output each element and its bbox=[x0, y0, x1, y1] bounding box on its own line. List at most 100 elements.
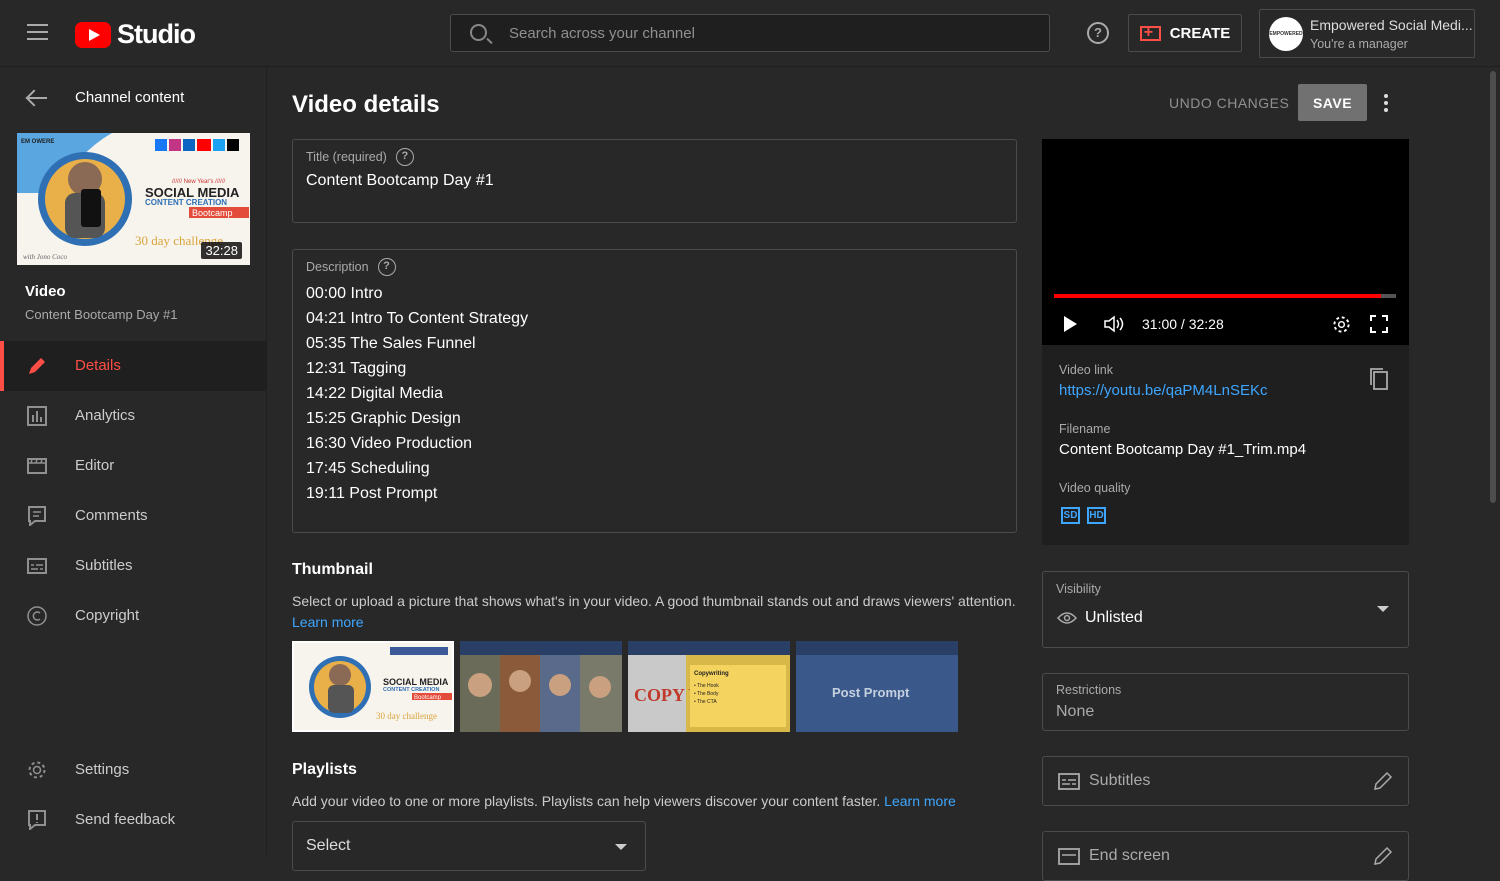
description-field[interactable]: Description ? 00:00 Intro 04:21 Intro To… bbox=[292, 249, 1017, 533]
settings-gear-icon[interactable] bbox=[1332, 315, 1351, 334]
scrollbar[interactable] bbox=[1488, 67, 1500, 854]
sidebar-item-label: Editor bbox=[75, 457, 115, 474]
thumbnail-option-selected[interactable]: SOCIAL MEDIA CONTENT CREATION Bootcamp 3… bbox=[292, 641, 454, 732]
copy-icon[interactable] bbox=[1369, 367, 1389, 391]
more-options-icon[interactable] bbox=[1384, 94, 1390, 112]
back-to-channel-content[interactable]: Channel content bbox=[27, 89, 184, 106]
subtitles-icon bbox=[1058, 773, 1080, 790]
search-bar[interactable] bbox=[450, 14, 1050, 52]
description-field-label-row: Description ? bbox=[306, 258, 396, 276]
video-link-label: Video link bbox=[1059, 363, 1113, 377]
visibility-dropdown[interactable]: Visibility Unlisted bbox=[1042, 571, 1409, 648]
help-icon[interactable]: ? bbox=[1087, 22, 1109, 44]
sidebar-item-send-feedback[interactable]: Send feedback bbox=[0, 795, 266, 845]
sidebar-item-label: Settings bbox=[75, 761, 130, 778]
sidebar-item-subtitles[interactable]: Subtitles bbox=[0, 541, 266, 591]
sidebar-item-settings[interactable]: Settings bbox=[0, 745, 266, 795]
undo-changes-button[interactable]: UNDO CHANGES bbox=[1169, 95, 1289, 111]
play-icon[interactable] bbox=[1062, 315, 1078, 333]
sidebar-item-label: Copyright bbox=[75, 607, 140, 624]
sidebar-item-details[interactable]: Details bbox=[0, 341, 266, 391]
menu-icon[interactable] bbox=[27, 24, 48, 42]
playlists-description: Add your video to one or more playlists.… bbox=[292, 793, 956, 809]
edit-pencil-icon[interactable] bbox=[1373, 771, 1393, 791]
restrictions-value: None bbox=[1056, 703, 1095, 720]
description-line: 00:00 Intro bbox=[306, 285, 383, 302]
pencil-icon bbox=[29, 358, 45, 374]
feedback-icon bbox=[28, 810, 46, 830]
thumbnail-art: Post Prompt bbox=[796, 641, 958, 732]
eye-icon bbox=[1057, 612, 1077, 624]
video-thumbnail-preview[interactable]: ////// New Year's ////// SOCIAL MEDIA CO… bbox=[17, 133, 250, 265]
svg-text:• The Hook: • The Hook bbox=[694, 683, 719, 689]
search-icon bbox=[470, 24, 487, 41]
thumbnail-option[interactable] bbox=[460, 641, 622, 732]
restrictions-field[interactable]: Restrictions None bbox=[1042, 673, 1409, 731]
create-label: CREATE bbox=[1169, 24, 1231, 42]
edit-pencil-icon[interactable] bbox=[1373, 846, 1393, 866]
thumbnail-art: COPY WRITING Copywriting • The Hook • Th… bbox=[628, 641, 790, 732]
create-button[interactable]: CREATE bbox=[1128, 14, 1242, 52]
hd-badge: HD bbox=[1087, 507, 1106, 524]
thumbnail-option[interactable]: Post Prompt bbox=[796, 641, 958, 732]
chevron-down-icon bbox=[1377, 606, 1389, 612]
thumbnail-learn-more-link[interactable]: Learn more bbox=[292, 614, 364, 630]
account-switcher[interactable]: EMPOWERED Empowered Social Medi... You'r… bbox=[1259, 9, 1475, 58]
logo-text: Studio bbox=[117, 19, 196, 49]
avatar: EMPOWERED bbox=[1269, 17, 1303, 51]
video-quality-label: Video quality bbox=[1059, 481, 1131, 495]
help-icon[interactable]: ? bbox=[377, 258, 396, 276]
description-line: 05:35 The Sales Funnel bbox=[306, 335, 476, 352]
studio-logo[interactable]: Studio bbox=[75, 19, 196, 50]
playlists-heading: Playlists bbox=[292, 761, 357, 778]
sidebar-item-label: Analytics bbox=[75, 407, 136, 424]
video-link[interactable]: https://youtu.be/qaPM4LnSEKc bbox=[1059, 382, 1267, 399]
svg-text:EM OWERE: EM OWERE bbox=[21, 139, 54, 145]
subtitles-icon bbox=[27, 558, 47, 574]
video-player[interactable]: 31:00 / 32:28 bbox=[1042, 139, 1409, 345]
thumbnail-description: Select or upload a picture that shows wh… bbox=[292, 593, 1016, 609]
sidebar-item-label: Send feedback bbox=[75, 811, 176, 828]
end-screen-icon bbox=[1058, 848, 1080, 865]
thumbnail-heading: Thumbnail bbox=[292, 561, 373, 578]
sidebar-item-comments[interactable]: Comments bbox=[0, 491, 266, 541]
thumbnail-options: SOCIAL MEDIA CONTENT CREATION Bootcamp 3… bbox=[292, 641, 958, 732]
sidebar-item-label: Details bbox=[75, 357, 121, 374]
copyright-icon bbox=[27, 606, 47, 626]
scrollbar-thumb[interactable] bbox=[1490, 71, 1496, 503]
title-field-label-row: Title (required) ? bbox=[306, 148, 414, 166]
title-label: Title (required) bbox=[306, 150, 387, 164]
save-button[interactable]: SAVE bbox=[1298, 84, 1367, 121]
subtitles-card[interactable]: Subtitles bbox=[1042, 756, 1409, 806]
end-screen-card[interactable]: End screen bbox=[1042, 831, 1409, 881]
visibility-label: Visibility bbox=[1056, 582, 1101, 596]
description-label: Description bbox=[306, 260, 369, 274]
sidebar-item-editor[interactable]: Editor bbox=[0, 441, 266, 491]
title-field[interactable]: Title (required) ? Content Bootcamp Day … bbox=[292, 139, 1017, 223]
svg-text:CONTENT CREATION: CONTENT CREATION bbox=[145, 198, 227, 207]
search-input[interactable] bbox=[509, 21, 1029, 45]
sd-badge: SD bbox=[1061, 507, 1080, 524]
thumbnail-option[interactable]: COPY WRITING Copywriting • The Hook • Th… bbox=[628, 641, 790, 732]
description-line: 12:31 Tagging bbox=[306, 360, 407, 377]
sidebar-video-title: Content Bootcamp Day #1 bbox=[25, 307, 178, 322]
svg-text:Bootcamp: Bootcamp bbox=[414, 695, 442, 701]
back-label: Channel content bbox=[75, 89, 185, 106]
description-text: 00:00 Intro 04:21 Intro To Content Strat… bbox=[306, 281, 528, 506]
progress-fill bbox=[1054, 294, 1381, 298]
playlists-learn-more-link[interactable]: Learn more bbox=[884, 793, 956, 809]
progress-bar[interactable] bbox=[1054, 294, 1396, 298]
analytics-icon bbox=[27, 406, 47, 426]
end-screen-label: End screen bbox=[1089, 847, 1170, 864]
playlist-select[interactable]: Select bbox=[292, 821, 646, 871]
help-icon[interactable]: ? bbox=[395, 148, 414, 166]
volume-icon[interactable] bbox=[1104, 315, 1126, 333]
sidebar-video-heading: Video bbox=[25, 283, 66, 300]
sidebar-item-copyright[interactable]: Copyright bbox=[0, 591, 266, 641]
restrictions-label: Restrictions bbox=[1056, 683, 1122, 697]
fullscreen-icon[interactable] bbox=[1370, 315, 1388, 333]
sidebar-item-analytics[interactable]: Analytics bbox=[0, 391, 266, 441]
visibility-value: Unlisted bbox=[1085, 609, 1143, 626]
sidebar-item-label: Subtitles bbox=[75, 557, 133, 574]
page-title: Video details bbox=[292, 91, 440, 118]
